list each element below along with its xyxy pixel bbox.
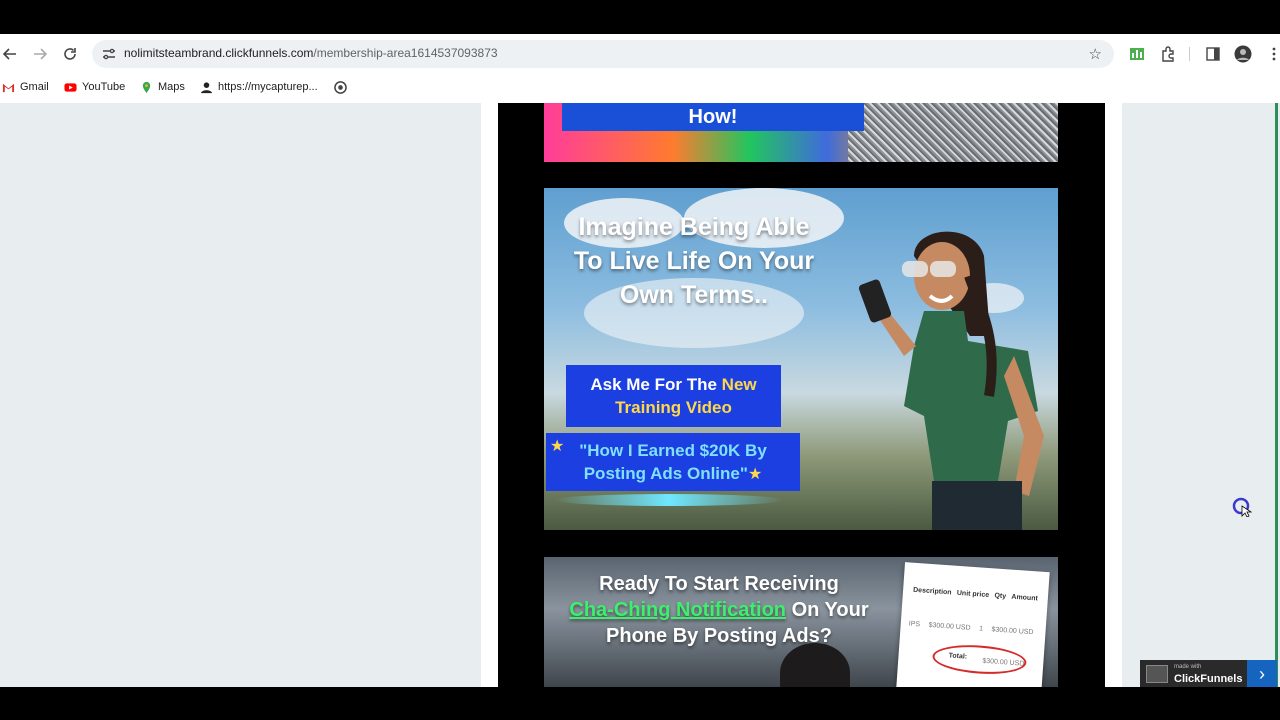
bookmark-label: Maps [158,81,185,93]
membership-content: How! Imagine Being Able To Live Life On … [498,103,1105,687]
reload-icon [64,48,76,60]
gmail-icon [2,83,15,92]
left-background [0,103,481,687]
maps-pin-icon [142,81,151,93]
invoice-header: Unit price [956,589,990,600]
bookmark-label: https://mycapturep... [218,81,318,93]
invoice-headers: Description Unit price Qty Amount [913,587,1038,603]
web-page: How! Imagine Being Able To Live Life On … [0,103,1280,687]
star-icon: ★ [550,438,565,455]
invoice-total-label: Total: [948,652,968,661]
invoice-cell: IPS [908,620,921,629]
earned-line-2: Posting Ads Online"★ [546,462,800,486]
extensions-puzzle-icon[interactable] [1159,45,1177,63]
headline-line: Own Terms.. [619,281,769,309]
bookmark-label: YouTube [82,81,126,93]
training-promo-image[interactable]: Imagine Being Able To Live Life On Your … [544,188,1058,530]
site-settings-icon[interactable] [102,47,116,61]
right-gutter [1105,103,1122,687]
top-banner-text: How! [562,103,864,131]
invoice-cell: $300.00 USD [991,626,1034,637]
invoice-header: Description [912,586,952,597]
earned-line-1: "How I Earned $20K By [579,441,767,460]
url-path: /membership-area1614537093873 [313,46,498,60]
bookmark-mycapture[interactable]: https://mycapturep... [200,78,318,96]
bookmark-youtube[interactable]: YouTube [64,78,125,96]
bookmark-label: Gmail [20,81,49,93]
chart-extension-icon [1130,48,1144,60]
glitter-texture [848,103,1058,162]
invoice-cell: $300.00 USD [928,621,971,632]
bookmark-maps[interactable]: Maps [140,78,185,96]
bookmark-star-icon[interactable]: ☆ [1089,45,1102,63]
earned-quote-box: ★ "How I Earned $20K By Posting Ads Onli… [546,433,800,491]
invoice-header: Amount [1011,593,1039,603]
reload-button[interactable] [60,44,80,64]
promo-headline: Imagine Being Able To Live Life On Your … [544,210,844,312]
star-icon: ★ [747,466,763,483]
ask-line-2: Training Video [615,398,732,417]
top-letterbox [0,0,1280,34]
screen: nolimitsteambrand.clickfunnels.com/membe… [0,0,1280,720]
bookmark-unlabeled[interactable] [334,78,347,96]
profile-avatar[interactable] [1234,45,1252,63]
ask-training-box: Ask Me For The New Training Video [566,365,781,427]
address-bar[interactable]: nolimitsteambrand.clickfunnels.com/membe… [92,40,1114,68]
woman-with-phone-photo [858,231,1044,530]
youtube-icon [64,82,77,92]
side-panel-icon[interactable] [1204,45,1222,63]
cta-line-3: Phone By Posting Ads? [606,625,832,647]
extension-icon[interactable] [1128,45,1146,63]
swoosh-decoration [554,494,784,506]
earned-line-2-text: Posting Ads Online" [583,464,748,483]
clickfunnels-name: ClickFunnels [1174,673,1243,685]
headline-line: Imagine Being Able [578,213,810,241]
cta-line-2-rest: On Your [786,599,869,621]
headline-line: To Live Life On Your [573,247,815,275]
person-icon [200,81,213,93]
person-head-photo [780,643,850,687]
top-promo-image[interactable]: How! [544,103,1058,162]
clickfunnels-badge[interactable]: made with ClickFunnels › [1140,660,1277,688]
clickfunnels-logo-icon [1146,665,1168,683]
bookmarks-bar: Gmail YouTube Maps https://mycapturep... [0,74,1280,100]
invoice-cell: 1 [978,625,984,633]
right-background [1122,103,1280,687]
scrollbar-edge[interactable] [1275,103,1278,687]
cta-question: Ready To Start Receiving Cha-Ching Notif… [544,571,894,649]
browser-chrome: nolimitsteambrand.clickfunnels.com/membe… [0,34,1280,103]
invoice-header: Qty [994,592,1007,601]
navigation-row: nolimitsteambrand.clickfunnels.com/membe… [0,34,1280,74]
mouse-cursor-icon [1232,497,1252,517]
toolbar-divider [1189,47,1190,61]
forward-button[interactable] [30,44,50,64]
ask-prefix: Ask Me For The [590,375,722,394]
cha-ching-promo-image[interactable]: Ready To Start Receiving Cha-Ching Notif… [544,557,1058,687]
invoice-paper: Description Unit price Qty Amount IPS $3… [895,562,1050,687]
avatar-icon [1234,45,1252,63]
left-gutter [481,103,498,687]
url-host: nolimitsteambrand.clickfunnels.com [124,46,314,60]
invoice-row: IPS $300.00 USD 1 $300.00 USD [909,621,1034,637]
chevron-right-icon[interactable]: › [1247,660,1277,688]
circle-logo-icon [334,80,347,94]
back-button[interactable] [0,44,20,64]
cha-ching-text: Cha-Ching Notification [569,599,787,621]
bookmark-gmail[interactable]: Gmail [2,78,49,96]
ask-highlight: New [721,375,757,394]
made-with-text: made with [1174,664,1202,670]
more-menu-icon[interactable] [1265,45,1280,63]
back-arrow-icon [3,48,16,60]
cta-line-1: Ready To Start Receiving [599,573,839,595]
bottom-letterbox [0,687,1280,720]
url-text: nolimitsteambrand.clickfunnels.com/membe… [124,46,498,60]
forward-arrow-icon [34,48,47,60]
ask-line-1: Ask Me For The New [566,373,781,396]
cta-line-2: Cha-Ching Notification On Your [544,597,894,623]
